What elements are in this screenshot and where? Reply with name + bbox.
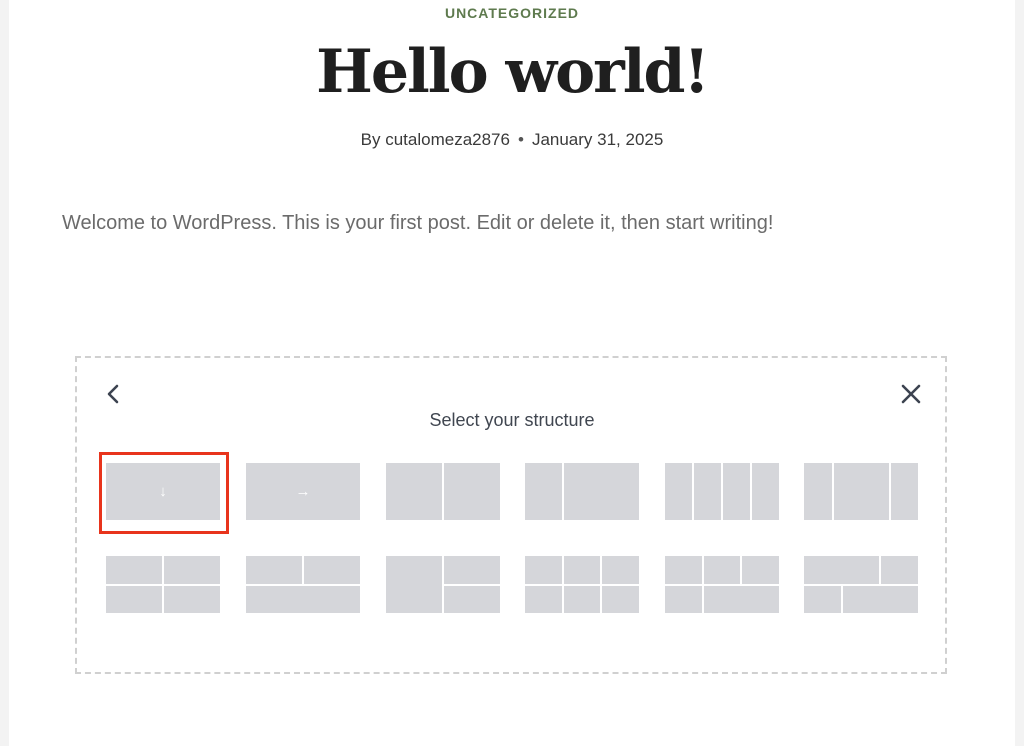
preset-cell xyxy=(106,556,162,584)
preset-cell xyxy=(694,463,721,520)
preset-cell xyxy=(386,556,442,613)
preset-cell xyxy=(804,556,880,584)
preset-one-third-two-thirds[interactable] xyxy=(525,463,639,520)
close-button[interactable] xyxy=(898,380,924,408)
preset-cell xyxy=(164,585,220,613)
preset-cell xyxy=(563,585,601,613)
preset-cell xyxy=(525,463,563,520)
post-meta: By cutalomeza2876 • January 31, 2025 xyxy=(0,130,1024,150)
selected-preset-highlight xyxy=(99,452,229,534)
preset-two-columns[interactable] xyxy=(386,463,500,520)
preset-one-left-two-right[interactable] xyxy=(386,556,500,613)
preset-cell xyxy=(703,585,779,613)
chevron-left-icon xyxy=(107,384,119,404)
preset-quarter-half-quarter[interactable] xyxy=(804,463,918,520)
preset-cell xyxy=(444,463,500,520)
post-excerpt: Welcome to WordPress. This is your first… xyxy=(62,212,774,234)
preset-cell xyxy=(602,585,639,613)
post-date[interactable]: January 31, 2025 xyxy=(532,130,663,149)
preset-cell xyxy=(444,556,500,584)
arrow-right-icon: → xyxy=(246,463,360,520)
preset-cell xyxy=(564,463,639,520)
preset-cell xyxy=(804,463,832,520)
preset-cell xyxy=(833,463,889,520)
preset-cell xyxy=(525,556,562,584)
preset-cell xyxy=(246,556,302,584)
preset-cell xyxy=(563,556,601,584)
post-title: Hello world! xyxy=(316,37,710,107)
preset-two-top-one-bottom[interactable] xyxy=(246,556,360,613)
close-icon xyxy=(901,384,921,404)
select-structure-label: Select your structure xyxy=(429,410,595,430)
preset-three-top-two-bottom[interactable] xyxy=(665,556,779,613)
preset-cell xyxy=(665,556,702,584)
preset-cell xyxy=(386,463,442,520)
preset-cell xyxy=(106,585,162,613)
preset-cell xyxy=(881,556,918,584)
post-category[interactable]: UNCATEGORIZED xyxy=(0,5,1024,21)
preset-cell xyxy=(525,585,562,613)
preset-cell xyxy=(703,556,741,584)
post-author[interactable]: By cutalomeza2876 xyxy=(361,130,510,149)
back-button[interactable] xyxy=(102,380,124,408)
preset-cell xyxy=(723,463,750,520)
preset-cell xyxy=(665,463,692,520)
preset-cell xyxy=(444,585,500,613)
preset-cell xyxy=(842,585,918,613)
preset-grid-2x2[interactable] xyxy=(106,556,220,613)
meta-separator: • xyxy=(517,130,524,149)
preset-cell xyxy=(602,556,639,584)
preset-cell xyxy=(246,585,360,613)
preset-offset-rows[interactable] xyxy=(804,556,918,613)
preset-four-columns[interactable] xyxy=(665,463,779,520)
preset-column-layout[interactable]: → xyxy=(246,463,360,520)
preset-cell xyxy=(742,556,779,584)
preset-grid-3x2[interactable] xyxy=(525,556,639,613)
preset-cell xyxy=(890,463,918,520)
preset-cell xyxy=(304,556,360,584)
preset-cell xyxy=(804,585,841,613)
preset-cell xyxy=(752,463,779,520)
preset-cell xyxy=(665,585,702,613)
preset-cell xyxy=(164,556,220,584)
